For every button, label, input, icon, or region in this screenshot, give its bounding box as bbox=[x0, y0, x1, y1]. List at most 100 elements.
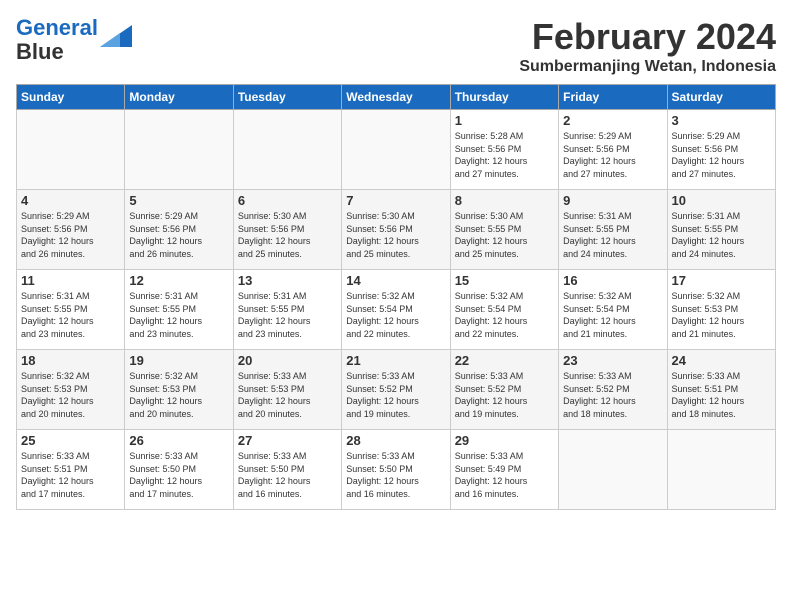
cell-info: Sunrise: 5:33 AMSunset: 5:50 PMDaylight:… bbox=[346, 450, 445, 500]
cell-info: Sunrise: 5:28 AMSunset: 5:56 PMDaylight:… bbox=[455, 130, 554, 180]
day-number: 17 bbox=[672, 273, 771, 288]
cell-info: Sunrise: 5:31 AMSunset: 5:55 PMDaylight:… bbox=[238, 290, 337, 340]
cell-info: Sunrise: 5:30 AMSunset: 5:56 PMDaylight:… bbox=[238, 210, 337, 260]
cell-info: Sunrise: 5:32 AMSunset: 5:54 PMDaylight:… bbox=[563, 290, 662, 340]
cell-info: Sunrise: 5:30 AMSunset: 5:56 PMDaylight:… bbox=[346, 210, 445, 260]
cell-info: Sunrise: 5:29 AMSunset: 5:56 PMDaylight:… bbox=[672, 130, 771, 180]
cell-info: Sunrise: 5:33 AMSunset: 5:50 PMDaylight:… bbox=[238, 450, 337, 500]
calendar-cell: 6 Sunrise: 5:30 AMSunset: 5:56 PMDaylight… bbox=[233, 190, 341, 270]
calendar-cell: 11 Sunrise: 5:31 AMSunset: 5:55 PMDayligh… bbox=[17, 270, 125, 350]
calendar-cell: 13 Sunrise: 5:31 AMSunset: 5:55 PMDayligh… bbox=[233, 270, 341, 350]
cell-info: Sunrise: 5:31 AMSunset: 5:55 PMDaylight:… bbox=[21, 290, 120, 340]
calendar-table: SundayMondayTuesdayWednesdayThursdayFrid… bbox=[16, 84, 776, 510]
logo-text: GeneralBlue bbox=[16, 16, 98, 64]
calendar-cell: 14Sunrise: 5:32 AMSunset: 5:54 PMDayligh… bbox=[342, 270, 450, 350]
calendar-cell: 18 Sunrise: 5:32 AMSunset: 5:53 PMDayligh… bbox=[17, 350, 125, 430]
day-header-sunday: Sunday bbox=[17, 85, 125, 110]
day-number: 23 bbox=[563, 353, 662, 368]
calendar-cell: 24 Sunrise: 5:33 AMSunset: 5:51 PMDayligh… bbox=[667, 350, 775, 430]
month-title: February 2024 bbox=[519, 16, 776, 58]
calendar-cell: 1 Sunrise: 5:28 AMSunset: 5:56 PMDaylight… bbox=[450, 110, 558, 190]
cell-info: Sunrise: 5:33 AMSunset: 5:51 PMDaylight:… bbox=[21, 450, 120, 500]
cell-info: Sunrise: 5:33 AMSunset: 5:52 PMDaylight:… bbox=[563, 370, 662, 420]
calendar-cell: 2 Sunrise: 5:29 AMSunset: 5:56 PMDaylight… bbox=[559, 110, 667, 190]
location-title: Sumbermanjing Wetan, Indonesia bbox=[519, 58, 776, 76]
day-number: 21 bbox=[346, 353, 445, 368]
calendar-cell bbox=[342, 110, 450, 190]
calendar-cell: 12 Sunrise: 5:31 AMSunset: 5:55 PMDayligh… bbox=[125, 270, 233, 350]
calendar-cell: 3Sunrise: 5:29 AMSunset: 5:56 PMDaylight… bbox=[667, 110, 775, 190]
day-number: 2 bbox=[563, 113, 662, 128]
cell-info: Sunrise: 5:32 AMSunset: 5:53 PMDaylight:… bbox=[21, 370, 120, 420]
day-number: 5 bbox=[129, 193, 228, 208]
calendar-cell: 25 Sunrise: 5:33 AMSunset: 5:51 PMDayligh… bbox=[17, 430, 125, 510]
cell-info: Sunrise: 5:31 AMSunset: 5:55 PMDaylight:… bbox=[129, 290, 228, 340]
day-number: 20 bbox=[238, 353, 337, 368]
day-number: 19 bbox=[129, 353, 228, 368]
cell-info: Sunrise: 5:29 AMSunset: 5:56 PMDaylight:… bbox=[21, 210, 120, 260]
cell-info: Sunrise: 5:31 AMSunset: 5:55 PMDaylight:… bbox=[672, 210, 771, 260]
day-header-tuesday: Tuesday bbox=[233, 85, 341, 110]
day-number: 1 bbox=[455, 113, 554, 128]
day-number: 8 bbox=[455, 193, 554, 208]
day-number: 13 bbox=[238, 273, 337, 288]
cell-info: Sunrise: 5:32 AMSunset: 5:53 PMDaylight:… bbox=[129, 370, 228, 420]
day-header-saturday: Saturday bbox=[667, 85, 775, 110]
day-number: 27 bbox=[238, 433, 337, 448]
day-number: 16 bbox=[563, 273, 662, 288]
day-number: 25 bbox=[21, 433, 120, 448]
calendar-cell: 8 Sunrise: 5:30 AMSunset: 5:55 PMDaylight… bbox=[450, 190, 558, 270]
calendar-cell: 27 Sunrise: 5:33 AMSunset: 5:50 PMDayligh… bbox=[233, 430, 341, 510]
day-header-monday: Monday bbox=[125, 85, 233, 110]
calendar-cell: 5 Sunrise: 5:29 AMSunset: 5:56 PMDaylight… bbox=[125, 190, 233, 270]
logo-icon bbox=[100, 25, 132, 47]
calendar-cell bbox=[17, 110, 125, 190]
cell-info: Sunrise: 5:29 AMSunset: 5:56 PMDaylight:… bbox=[563, 130, 662, 180]
calendar-cell: 23 Sunrise: 5:33 AMSunset: 5:52 PMDayligh… bbox=[559, 350, 667, 430]
calendar-cell: 26 Sunrise: 5:33 AMSunset: 5:50 PMDayligh… bbox=[125, 430, 233, 510]
day-number: 28 bbox=[346, 433, 445, 448]
calendar-cell: 21 Sunrise: 5:33 AMSunset: 5:52 PMDayligh… bbox=[342, 350, 450, 430]
day-header-wednesday: Wednesday bbox=[342, 85, 450, 110]
day-number: 11 bbox=[21, 273, 120, 288]
day-number: 18 bbox=[21, 353, 120, 368]
cell-info: Sunrise: 5:32 AMSunset: 5:54 PMDaylight:… bbox=[455, 290, 554, 340]
calendar-cell: 19 Sunrise: 5:32 AMSunset: 5:53 PMDayligh… bbox=[125, 350, 233, 430]
day-number: 22 bbox=[455, 353, 554, 368]
cell-info: Sunrise: 5:29 AMSunset: 5:56 PMDaylight:… bbox=[129, 210, 228, 260]
day-number: 15 bbox=[455, 273, 554, 288]
day-number: 29 bbox=[455, 433, 554, 448]
day-header-friday: Friday bbox=[559, 85, 667, 110]
calendar-cell bbox=[559, 430, 667, 510]
calendar-cell: 29 Sunrise: 5:33 AMSunset: 5:49 PMDayligh… bbox=[450, 430, 558, 510]
calendar-cell: 4Sunrise: 5:29 AMSunset: 5:56 PMDaylight… bbox=[17, 190, 125, 270]
calendar-cell: 16 Sunrise: 5:32 AMSunset: 5:54 PMDayligh… bbox=[559, 270, 667, 350]
day-number: 26 bbox=[129, 433, 228, 448]
calendar-cell bbox=[125, 110, 233, 190]
calendar-cell: 15 Sunrise: 5:32 AMSunset: 5:54 PMDayligh… bbox=[450, 270, 558, 350]
cell-info: Sunrise: 5:33 AMSunset: 5:50 PMDaylight:… bbox=[129, 450, 228, 500]
day-header-thursday: Thursday bbox=[450, 85, 558, 110]
cell-info: Sunrise: 5:33 AMSunset: 5:53 PMDaylight:… bbox=[238, 370, 337, 420]
cell-info: Sunrise: 5:33 AMSunset: 5:51 PMDaylight:… bbox=[672, 370, 771, 420]
cell-info: Sunrise: 5:33 AMSunset: 5:49 PMDaylight:… bbox=[455, 450, 554, 500]
cell-info: Sunrise: 5:31 AMSunset: 5:55 PMDaylight:… bbox=[563, 210, 662, 260]
calendar-cell bbox=[667, 430, 775, 510]
day-number: 12 bbox=[129, 273, 228, 288]
title-block: February 2024 Sumbermanjing Wetan, Indon… bbox=[519, 16, 776, 76]
logo: GeneralBlue bbox=[16, 16, 132, 64]
day-number: 10 bbox=[672, 193, 771, 208]
cell-info: Sunrise: 5:30 AMSunset: 5:55 PMDaylight:… bbox=[455, 210, 554, 260]
calendar-cell: 22 Sunrise: 5:33 AMSunset: 5:52 PMDayligh… bbox=[450, 350, 558, 430]
cell-info: Sunrise: 5:32 AMSunset: 5:53 PMDaylight:… bbox=[672, 290, 771, 340]
cell-info: Sunrise: 5:33 AMSunset: 5:52 PMDaylight:… bbox=[346, 370, 445, 420]
day-number: 24 bbox=[672, 353, 771, 368]
day-number: 6 bbox=[238, 193, 337, 208]
day-number: 9 bbox=[563, 193, 662, 208]
cell-info: Sunrise: 5:32 AMSunset: 5:54 PMDaylight:… bbox=[346, 290, 445, 340]
calendar-cell: 20 Sunrise: 5:33 AMSunset: 5:53 PMDayligh… bbox=[233, 350, 341, 430]
calendar-cell: 28 Sunrise: 5:33 AMSunset: 5:50 PMDayligh… bbox=[342, 430, 450, 510]
day-number: 7 bbox=[346, 193, 445, 208]
cell-info: Sunrise: 5:33 AMSunset: 5:52 PMDaylight:… bbox=[455, 370, 554, 420]
calendar-cell bbox=[233, 110, 341, 190]
